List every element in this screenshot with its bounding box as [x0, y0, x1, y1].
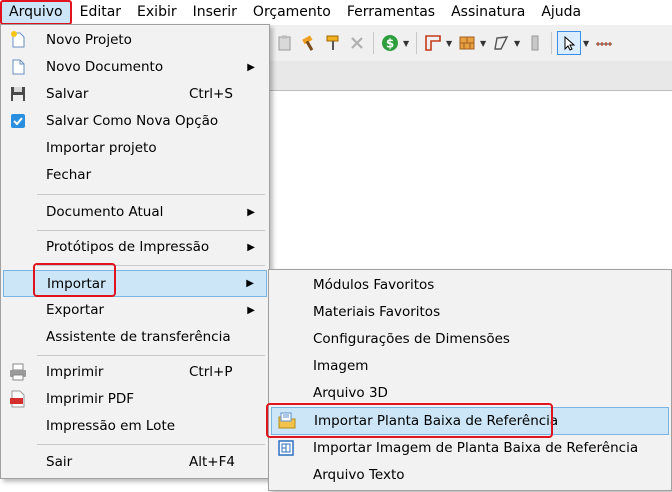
- budget-dropdown-icon[interactable]: ▼: [403, 39, 411, 48]
- column-icon[interactable]: [524, 32, 546, 54]
- delete-icon[interactable]: [346, 32, 368, 54]
- menu-item-fechar[interactable]: Fechar: [3, 162, 267, 188]
- menu-item-importar[interactable]: Importar ▶: [3, 270, 267, 297]
- submenu-arrow-icon: ▶: [246, 278, 254, 289]
- menu-item-documento-atual[interactable]: Documento Atual ▶: [3, 199, 267, 225]
- menu-item-prototipos-de-impressao[interactable]: Protótipos de Impressão ▶: [3, 234, 267, 260]
- wall-tool-dropdown-icon[interactable]: ▼: [446, 39, 454, 48]
- toolbar: $ ▼ ▼ ▼ ▼ ▼: [270, 25, 672, 61]
- submenu-item-imagem[interactable]: Imagem: [271, 353, 669, 379]
- paint-roller-icon[interactable]: [322, 32, 344, 54]
- menu-assinatura[interactable]: Assinatura: [443, 0, 533, 25]
- new-project-icon: [8, 30, 28, 50]
- shape-tool-icon[interactable]: [490, 32, 512, 54]
- menu-separator: [37, 230, 265, 231]
- submenu-item-arquivo-texto[interactable]: Arquivo Texto: [271, 462, 669, 488]
- menu-exibir[interactable]: Exibir: [129, 0, 185, 25]
- bricks-icon[interactable]: [456, 32, 478, 54]
- menu-bar: Arquivo Editar Exibir Inserir Orçamento …: [0, 0, 672, 25]
- shape-tool-dropdown-icon[interactable]: ▼: [514, 39, 522, 48]
- menu-separator: [37, 444, 265, 445]
- menu-ferramentas[interactable]: Ferramentas: [339, 0, 443, 25]
- svg-text:$: $: [386, 37, 394, 51]
- menu-editar[interactable]: Editar: [72, 0, 129, 25]
- menu-item-novo-documento[interactable]: Novo Documento ▶: [3, 54, 267, 80]
- paste-icon[interactable]: [274, 32, 296, 54]
- pointer-select-icon[interactable]: [557, 31, 581, 55]
- submenu-item-importar-imagem-de-planta-baixa-de-referencia[interactable]: Importar Imagem de Planta Baixa de Refer…: [271, 435, 669, 461]
- menu-item-exportar[interactable]: Exportar ▶: [3, 297, 267, 323]
- printer-icon: [8, 362, 28, 382]
- menu-item-novo-projeto[interactable]: Novo Projeto: [3, 27, 267, 53]
- menu-item-assistente-de-transferencia[interactable]: Assistente de transferência: [3, 324, 267, 350]
- wall-tool-icon[interactable]: [422, 32, 444, 54]
- submenu-item-arquivo-3d[interactable]: Arquivo 3D: [271, 380, 669, 406]
- pdf-icon: [8, 389, 28, 409]
- hammer-icon[interactable]: [298, 32, 320, 54]
- submenu-item-modulos-favoritos[interactable]: Módulos Favoritos: [271, 272, 669, 298]
- ruler-icon[interactable]: [593, 32, 615, 54]
- submenu-arrow-icon: ▶: [247, 241, 255, 253]
- menu-item-impressao-em-lote[interactable]: Impressão em Lote: [3, 413, 267, 439]
- document-icon: [8, 57, 28, 77]
- floor-plan-import-icon: [277, 411, 297, 431]
- pointer-dropdown-icon[interactable]: ▼: [583, 39, 591, 48]
- save-check-icon: [8, 111, 28, 131]
- submenu-arrow-icon: ▶: [247, 304, 255, 316]
- document-tab-strip: [270, 61, 672, 91]
- menu-arquivo[interactable]: Arquivo: [0, 0, 72, 25]
- budget-icon[interactable]: $: [379, 32, 401, 54]
- submenu-item-importar-planta-baixa-de-referencia[interactable]: Importar Planta Baixa de Referência: [271, 407, 669, 435]
- menu-item-salvar-como-nova-opcao[interactable]: Salvar Como Nova Opção: [3, 108, 267, 134]
- menu-separator: [37, 265, 265, 266]
- submenu-item-materiais-favoritos[interactable]: Materiais Favoritos: [271, 299, 669, 325]
- menu-item-salvar[interactable]: Salvar Ctrl+S: [3, 81, 267, 107]
- menu-item-sair[interactable]: Sair Alt+F4: [3, 449, 267, 475]
- bricks-dropdown-icon[interactable]: ▼: [480, 39, 488, 48]
- menu-separator: [37, 194, 265, 195]
- menu-orcamento[interactable]: Orçamento: [245, 0, 339, 25]
- menu-ajuda[interactable]: Ajuda: [533, 0, 589, 25]
- import-submenu: Módulos Favoritos Materiais Favoritos Co…: [268, 269, 672, 491]
- submenu-arrow-icon: ▶: [247, 61, 255, 73]
- menu-item-importar-projeto[interactable]: Importar projeto: [3, 135, 267, 161]
- menu-item-imprimir-pdf[interactable]: Imprimir PDF: [3, 386, 267, 412]
- menu-item-imprimir[interactable]: Imprimir Ctrl+P: [3, 359, 267, 385]
- floppy-disk-icon: [8, 84, 28, 104]
- floor-plan-image-icon: [276, 438, 296, 458]
- menu-inserir[interactable]: Inserir: [185, 0, 245, 25]
- menu-separator: [37, 355, 265, 356]
- file-menu: Novo Projeto Novo Documento ▶ Salvar Ctr…: [0, 24, 270, 479]
- submenu-item-configuracoes-de-dimensoes[interactable]: Configurações de Dimensões: [271, 326, 669, 352]
- submenu-arrow-icon: ▶: [247, 206, 255, 218]
